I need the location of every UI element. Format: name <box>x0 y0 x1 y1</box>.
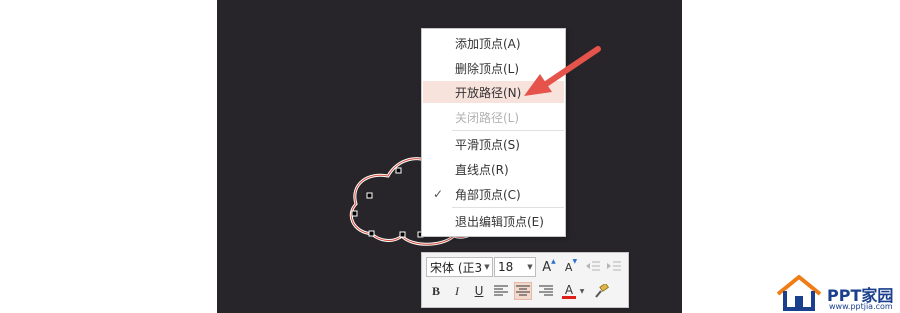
increase-indent-icon <box>607 261 621 271</box>
bold-button[interactable]: B <box>427 282 445 300</box>
menu-item-corner-vertex[interactable]: ✓ 角部顶点(C) <box>423 183 564 205</box>
format-painter-icon <box>595 284 609 298</box>
decrease-indent-icon <box>586 261 600 271</box>
font-name-select[interactable]: 宋体 (正3 ▼ <box>426 257 493 277</box>
menu-item-label: 关闭路径(L) <box>455 110 520 125</box>
house-logo-icon <box>776 275 822 311</box>
menu-item-open-path[interactable]: 开放路径(N) <box>423 81 564 103</box>
menu-item-label: 删除顶点(L) <box>455 61 520 76</box>
menu-item-close-path: 关闭路径(L) <box>423 106 564 128</box>
mini-toolbar: 宋体 (正3 ▼ 18 ▼ A ▲ A ▼ B I U A ▼ <box>421 252 629 308</box>
chevron-down-icon: ▼ <box>527 263 533 271</box>
chevron-down-icon: ▼ <box>579 287 585 295</box>
menu-item-label: 添加顶点(A) <box>455 36 521 51</box>
menu-item-label: 开放路径(N) <box>455 85 522 100</box>
shrink-font-icon: A <box>564 260 573 274</box>
format-painter-button[interactable] <box>593 282 611 300</box>
menu-item-add-vertex[interactable]: 添加顶点(A) <box>423 32 564 54</box>
chevron-down-icon: ▼ <box>484 263 490 271</box>
grow-font-icon: A <box>542 259 552 275</box>
align-center-button[interactable] <box>514 282 532 300</box>
italic-icon: I <box>455 283 459 298</box>
vertex-handle <box>368 230 375 237</box>
underline-button[interactable]: U <box>470 282 488 300</box>
grow-font-button[interactable]: A ▲ <box>540 258 558 276</box>
menu-item-straight-point[interactable]: 直线点(R) <box>423 158 564 180</box>
align-left-icon <box>494 285 508 296</box>
checkmark-icon: ✓ <box>432 187 444 201</box>
logo-url: www.pptjia.com <box>829 302 893 311</box>
pptjia-logo: PPT家园 www.pptjia.com <box>775 272 900 313</box>
underline-icon: U <box>474 284 484 298</box>
bold-icon: B <box>431 283 440 298</box>
context-menu: 添加顶点(A) 删除顶点(L) 开放路径(N) 关闭路径(L) 平滑顶点(S) … <box>421 28 566 237</box>
font-color-dropdown[interactable]: ▼ <box>578 282 586 300</box>
menu-item-label: 直线点(R) <box>455 162 509 177</box>
menu-separator <box>452 130 564 131</box>
vertex-handle <box>395 167 402 174</box>
menu-item-label: 平滑顶点(S) <box>455 137 520 152</box>
menu-item-delete-vertex[interactable]: 删除顶点(L) <box>423 57 564 79</box>
increase-indent-button[interactable] <box>605 258 623 276</box>
vertex-handle <box>366 192 373 199</box>
vertex-handle <box>399 231 406 238</box>
italic-button[interactable]: I <box>448 282 466 300</box>
decrease-indent-button[interactable] <box>584 258 602 276</box>
align-right-icon <box>539 285 553 296</box>
align-right-button[interactable] <box>537 282 555 300</box>
font-color-swatch <box>562 295 576 299</box>
menu-separator <box>452 207 564 208</box>
font-size-value: 18 <box>498 260 514 274</box>
font-color-icon: A <box>564 282 574 297</box>
vertex-handle <box>351 210 358 217</box>
font-size-select[interactable]: 18 ▼ <box>494 257 536 277</box>
menu-item-label: 角部顶点(C) <box>455 187 521 202</box>
font-color-button[interactable]: A <box>560 282 578 300</box>
font-name-value: 宋体 (正3 <box>430 260 482 275</box>
menu-item-smooth-vertex[interactable]: 平滑顶点(S) <box>423 133 564 155</box>
shrink-font-button[interactable]: A ▼ <box>562 258 580 276</box>
align-center-icon <box>516 285 530 296</box>
menu-item-exit-edit-points[interactable]: 退出编辑顶点(E) <box>423 210 564 232</box>
menu-item-label: 退出编辑顶点(E) <box>455 214 544 229</box>
align-left-button[interactable] <box>492 282 510 300</box>
